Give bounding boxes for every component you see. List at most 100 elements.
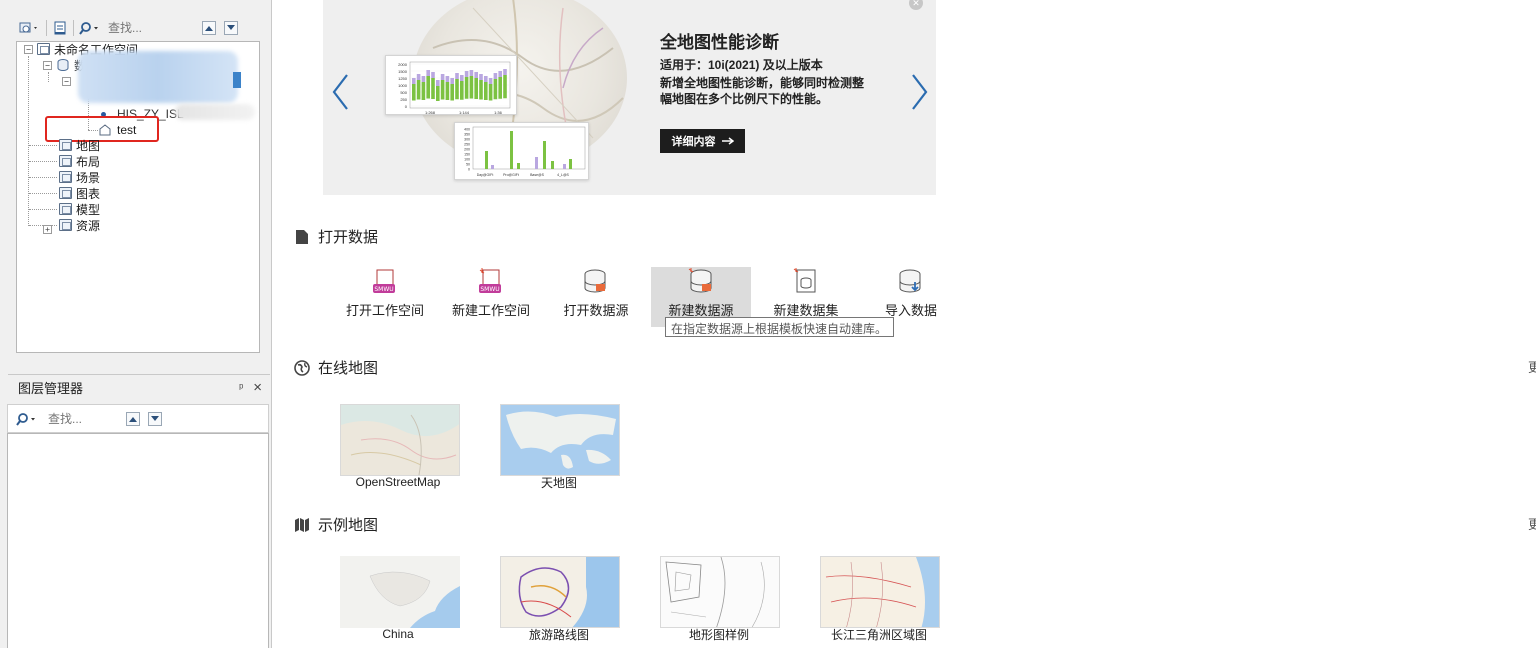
tree-node-folder[interactable]: 图表 xyxy=(59,185,100,201)
travel-route-thumbnail[interactable] xyxy=(500,556,620,628)
search-prev-button[interactable] xyxy=(202,21,216,35)
chart-bar xyxy=(498,71,502,77)
tick-label: 250 xyxy=(400,97,407,102)
tick-label: 0 xyxy=(405,104,408,109)
workspace-toolbar xyxy=(16,16,260,40)
chart-bar xyxy=(412,84,416,101)
tianditu-thumbnail[interactable] xyxy=(500,404,620,476)
chart-bar xyxy=(416,80,421,100)
tianditu-label: 天地图 xyxy=(540,476,577,490)
collapse-icon[interactable]: − xyxy=(62,76,71,86)
tick-label: 1:268 xyxy=(425,110,436,115)
chart-bar xyxy=(535,157,538,169)
tree-node-folder[interactable]: 场景 xyxy=(59,169,100,185)
open-datasource-button[interactable]: 打开数据源 xyxy=(546,267,646,327)
open-workspace-button[interactable]: SMWU 打开工作空间 xyxy=(335,267,435,327)
chart-bar xyxy=(469,70,474,76)
chart-bar xyxy=(488,84,493,101)
layer-search-next-button[interactable] xyxy=(148,411,162,426)
tree-node-label: 地图 xyxy=(76,138,101,153)
sample-maps-more-link[interactable]: 更 xyxy=(1528,514,1536,533)
tree-guide-line xyxy=(28,56,29,226)
pin-icon[interactable]: ᵖ xyxy=(239,382,243,394)
workspace-icon xyxy=(37,43,50,55)
tree-node-folder[interactable]: 地图 xyxy=(59,137,100,153)
section-title-text: 示例地图 xyxy=(318,517,379,534)
toolbar-divider xyxy=(46,20,47,36)
layer-search-prev-button[interactable] xyxy=(126,411,140,426)
chart-bar xyxy=(474,78,478,99)
chart-bar xyxy=(484,76,488,82)
expand-icon[interactable]: + xyxy=(43,225,52,234)
tick-label: 4_L@S xyxy=(557,173,569,177)
search-options-button[interactable] xyxy=(78,19,102,37)
tree-node-label: 图表 xyxy=(76,186,101,201)
search-next-button[interactable] xyxy=(224,21,238,35)
chart-folder-icon xyxy=(59,187,72,199)
chart-bar xyxy=(436,80,440,86)
collapse-icon[interactable]: − xyxy=(43,60,52,70)
detail-button[interactable]: 详细内容 xyxy=(660,129,745,153)
triangle-up-icon xyxy=(205,26,213,31)
chart-bar xyxy=(416,74,421,80)
tick-label: 50 xyxy=(466,163,470,167)
openstreetmap-thumbnail[interactable] xyxy=(340,404,460,476)
chart-frame xyxy=(472,126,586,170)
chart-bar xyxy=(431,72,435,78)
layer-manager-title: 图层管理器 xyxy=(18,381,84,396)
layer-search-input[interactable] xyxy=(48,411,118,426)
close-icon[interactable]: × xyxy=(253,379,262,396)
map-folder-icon xyxy=(59,139,72,151)
tick-label: 100 xyxy=(464,158,470,162)
china-map-thumbnail[interactable] xyxy=(340,556,460,628)
selection-edge xyxy=(233,72,241,88)
terrain-sample-thumbnail[interactable] xyxy=(660,556,780,628)
tick-label: 150 xyxy=(464,153,470,157)
svg-text:SMWU: SMWU xyxy=(480,286,499,293)
resource-expander[interactable]: + xyxy=(43,221,56,235)
chart-bar xyxy=(517,163,520,169)
online-maps-more-link[interactable]: 更 xyxy=(1528,357,1536,376)
chart-bar xyxy=(412,78,416,84)
tick-label: 1250 xyxy=(398,76,408,81)
tick-label: 1:144 xyxy=(459,110,470,115)
china-map-label: China xyxy=(382,627,414,641)
new-datasource-tooltip: 在指定数据源上根据模板快速自动建库。 xyxy=(665,317,894,337)
tick-label: 1:36 xyxy=(494,110,503,115)
globe-icon xyxy=(294,359,310,376)
open-datasource-icon xyxy=(584,269,606,293)
tick-label: 200 xyxy=(464,148,470,152)
tree-node-folder[interactable]: 布局 xyxy=(59,153,100,169)
banner-title: 全地图性能诊断 xyxy=(660,33,779,52)
workspace-dropdown-button[interactable] xyxy=(16,19,42,37)
action-label: 新建工作空间 xyxy=(451,303,530,318)
tree-node-folder[interactable]: 资源 xyxy=(59,217,100,233)
chart-bar xyxy=(484,82,488,100)
tree-node-folder[interactable]: 模型 xyxy=(59,201,100,217)
tree-node-datasource[interactable]: − xyxy=(62,73,75,89)
new-workspace-button[interactable]: SMWU 新建工作空间 xyxy=(441,267,541,327)
chart-bar xyxy=(503,69,507,75)
book-map-icon xyxy=(295,517,309,532)
workspace-search-input[interactable] xyxy=(108,21,198,35)
banner-next-arrow-icon[interactable] xyxy=(909,73,929,111)
collapse-icon[interactable]: − xyxy=(24,44,33,54)
chart-bar xyxy=(445,82,450,100)
layer-search-options-button[interactable] xyxy=(14,410,40,428)
layout-folder-icon xyxy=(59,155,72,167)
tree-guide-line xyxy=(48,72,49,82)
chart-bar xyxy=(479,80,483,100)
yangtze-delta-thumbnail[interactable] xyxy=(820,556,940,628)
left-panel: − 未命名工作空间 − 数 − HIS_ZY_ISL test 地图布局场景图表… xyxy=(0,0,272,648)
banner-prev-arrow-icon[interactable] xyxy=(331,73,351,111)
map-preview xyxy=(821,557,939,627)
chart-bar xyxy=(510,131,513,169)
workspace-icon xyxy=(19,22,37,33)
triangle-up-icon xyxy=(129,416,137,422)
svg-text:SMWU: SMWU xyxy=(374,286,393,293)
layer-toolbar xyxy=(7,404,269,433)
scene-folder-icon xyxy=(59,171,72,183)
promo-banner: 2000 1500 1250 1000 500 250 0 1:268 1:144 1:36 40… xyxy=(323,0,936,195)
open-workspace-icon: SMWU xyxy=(373,269,395,293)
save-workspace-button[interactable] xyxy=(51,19,69,37)
